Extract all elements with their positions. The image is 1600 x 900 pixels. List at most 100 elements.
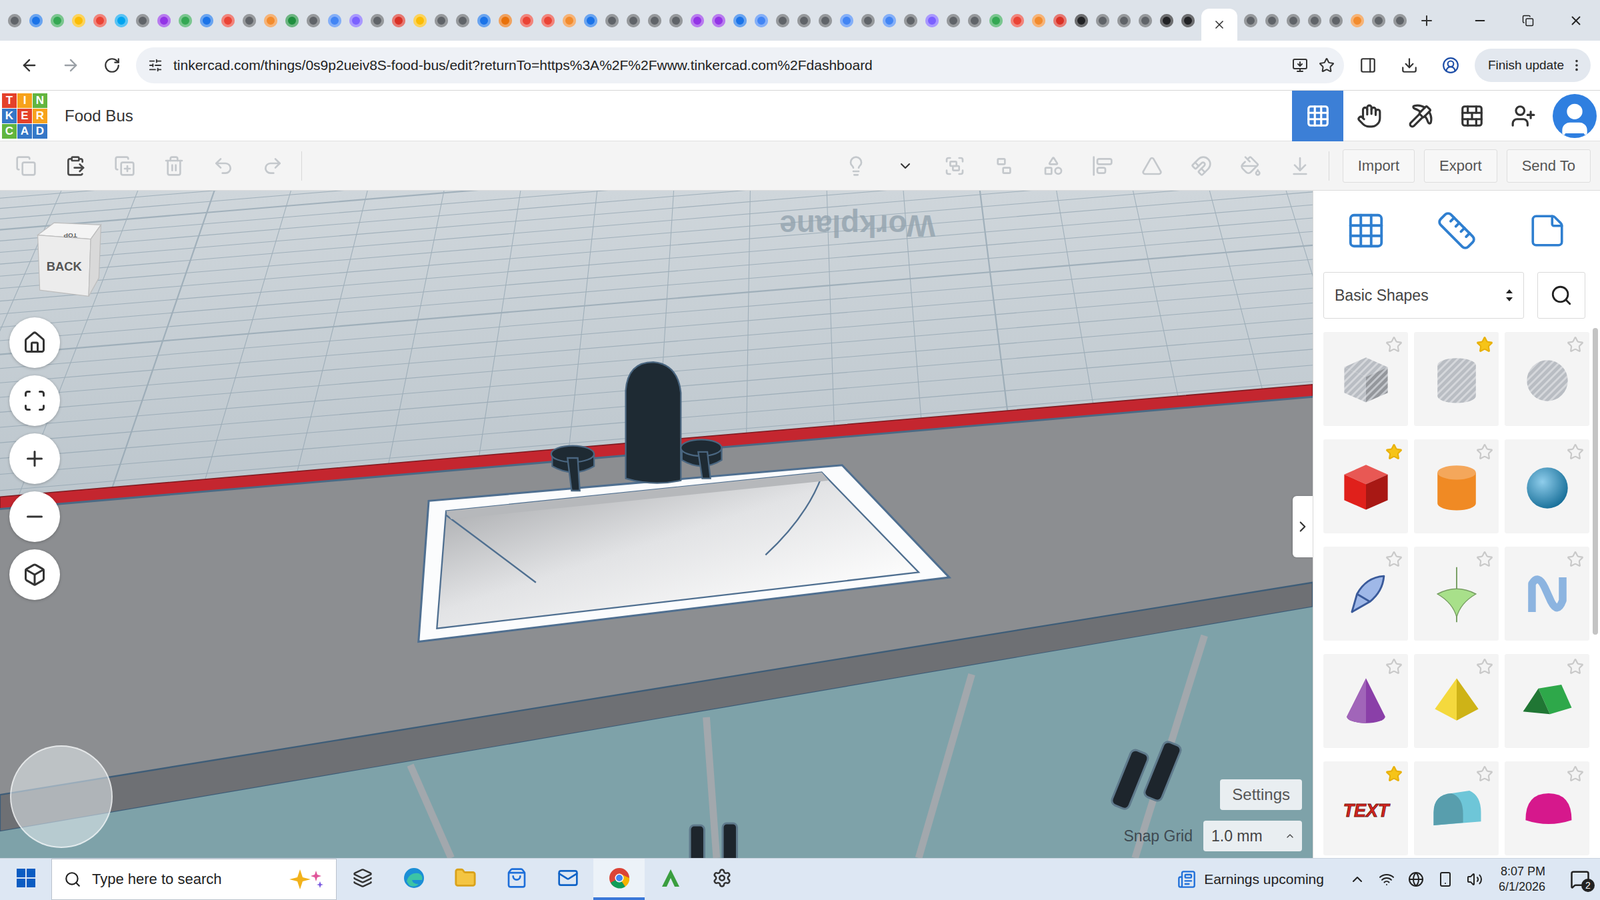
favorite-toggle[interactable] (1385, 336, 1404, 355)
close-window-button[interactable] (1552, 0, 1600, 41)
orbit-joystick[interactable] (10, 745, 113, 848)
browser-tab[interactable] (89, 0, 111, 41)
favorite-toggle[interactable] (1476, 443, 1495, 462)
browser-tab[interactable] (1028, 0, 1050, 41)
explorer-taskbar-button[interactable] (439, 858, 491, 900)
browser-tab[interactable] (452, 0, 474, 41)
edge-taskbar-button[interactable] (388, 858, 440, 900)
shape-tile[interactable] (1414, 546, 1499, 641)
paraboloid-shape-icon[interactable] (1424, 562, 1489, 626)
build-view-button[interactable] (1394, 90, 1446, 142)
favorite-toggle[interactable] (1385, 765, 1404, 784)
active-browser-tab[interactable] (1201, 8, 1238, 41)
browser-tab[interactable] (857, 0, 879, 41)
site-info-icon[interactable] (148, 58, 163, 73)
perspective-button[interactable] (9, 549, 60, 600)
browser-tab[interactable] (964, 0, 986, 41)
browser-tab[interactable] (430, 0, 452, 41)
bookmark-star-icon[interactable] (1318, 57, 1335, 74)
tray-overflow[interactable] (1342, 858, 1372, 900)
favorite-toggle[interactable] (1476, 765, 1495, 784)
device-status[interactable] (1430, 858, 1460, 900)
browser-tab[interactable] (409, 0, 431, 41)
network-status[interactable] (1372, 858, 1402, 900)
delete-button[interactable] (149, 146, 199, 186)
browser-tab[interactable] (302, 0, 324, 41)
undo-button[interactable] (198, 146, 248, 186)
favorite-toggle[interactable] (1566, 550, 1586, 570)
chrome-taskbar-button[interactable] (593, 858, 645, 900)
browser-tab[interactable] (580, 0, 602, 41)
view-cube-face-label[interactable]: BACK (46, 259, 83, 274)
start-button[interactable] (0, 858, 52, 900)
browser-tab[interactable] (900, 0, 922, 41)
browser-tab[interactable] (388, 0, 410, 41)
autodesk-taskbar-button[interactable] (644, 858, 696, 900)
shape-tile[interactable] (1504, 439, 1590, 534)
browser-tab[interactable] (494, 0, 516, 41)
ungroup-button[interactable] (979, 146, 1029, 186)
box-shape-icon[interactable] (1334, 347, 1398, 412)
favorite-toggle[interactable] (1566, 443, 1586, 462)
browser-tab[interactable] (921, 0, 943, 41)
ruler-tool[interactable] (1414, 207, 1499, 254)
browser-tab[interactable] (132, 0, 154, 41)
browser-tab[interactable] (1134, 0, 1156, 41)
browser-tab[interactable] (708, 0, 730, 41)
shape-tile[interactable] (1323, 546, 1408, 641)
text-shape-icon[interactable]: TEXT (1334, 776, 1398, 841)
shape-tile[interactable] (1323, 654, 1408, 748)
browser-tab[interactable] (814, 0, 836, 41)
close-tab-icon[interactable] (1212, 18, 1226, 32)
favorite-toggle[interactable] (1385, 443, 1404, 462)
toolbar-text-button[interactable]: Import (1342, 149, 1415, 183)
browser-tab[interactable] (558, 0, 580, 41)
browser-tab[interactable] (46, 0, 68, 41)
task-view-taskbar-button[interactable] (336, 858, 388, 900)
volume-status[interactable] (1460, 858, 1490, 900)
browser-tab[interactable] (985, 0, 1007, 41)
zoom-in-button[interactable] (9, 433, 60, 484)
browser-tab[interactable] (665, 0, 687, 41)
forward-button[interactable] (53, 48, 88, 83)
drop-button[interactable] (1275, 146, 1325, 186)
browser-tab[interactable] (1368, 0, 1390, 41)
cone-shape-icon[interactable] (1334, 669, 1398, 734)
snap-grid-select[interactable]: 1.0 mm (1203, 820, 1302, 852)
shape-tile[interactable] (1414, 332, 1499, 426)
view-cube-top-label[interactable]: TOP (63, 232, 78, 240)
finish-update-button[interactable]: Finish update (1474, 48, 1591, 82)
notes-tool[interactable] (1504, 207, 1590, 254)
shape-category-select[interactable]: Basic Shapes (1323, 272, 1524, 319)
browser-tab[interactable] (686, 0, 708, 41)
language-status[interactable] (1401, 858, 1431, 900)
shape-tile[interactable] (1414, 654, 1499, 748)
browser-tab[interactable] (772, 0, 794, 41)
grid-view-button[interactable] (1292, 90, 1344, 142)
browser-tab[interactable] (729, 0, 751, 41)
browser-tab[interactable] (622, 0, 644, 41)
browser-tab[interactable] (1346, 0, 1368, 41)
browser-tab[interactable] (366, 0, 388, 41)
browser-tab[interactable] (537, 0, 559, 41)
shape-tile[interactable] (1504, 761, 1590, 856)
panel-toggle[interactable] (1292, 496, 1313, 558)
browser-tab[interactable] (1261, 0, 1283, 41)
favorite-toggle[interactable] (1476, 550, 1495, 570)
browser-tab[interactable] (238, 0, 260, 41)
browser-tab[interactable] (942, 0, 964, 41)
browser-tab[interactable] (516, 0, 538, 41)
panel-scrollbar[interactable] (1590, 190, 1600, 858)
outlook-taskbar-button[interactable] (542, 858, 594, 900)
taskbar-search[interactable]: Type here to search (51, 858, 337, 900)
home-button[interactable] (9, 317, 60, 368)
browser-tab[interactable] (153, 0, 175, 41)
cabinet-handles[interactable] (690, 740, 1182, 858)
browser-tab[interactable] (1049, 0, 1071, 41)
browser-tab[interactable] (1113, 0, 1135, 41)
toolbar-text-button[interactable]: Send To (1506, 149, 1591, 183)
sink[interactable] (418, 465, 950, 642)
profile-view-button[interactable] (1548, 90, 1600, 142)
viewport[interactable]: WorkplaneTOPBACKSettingsSnap Grid1.0 mm (0, 190, 1313, 858)
design-title[interactable]: Food Bus (64, 106, 134, 126)
